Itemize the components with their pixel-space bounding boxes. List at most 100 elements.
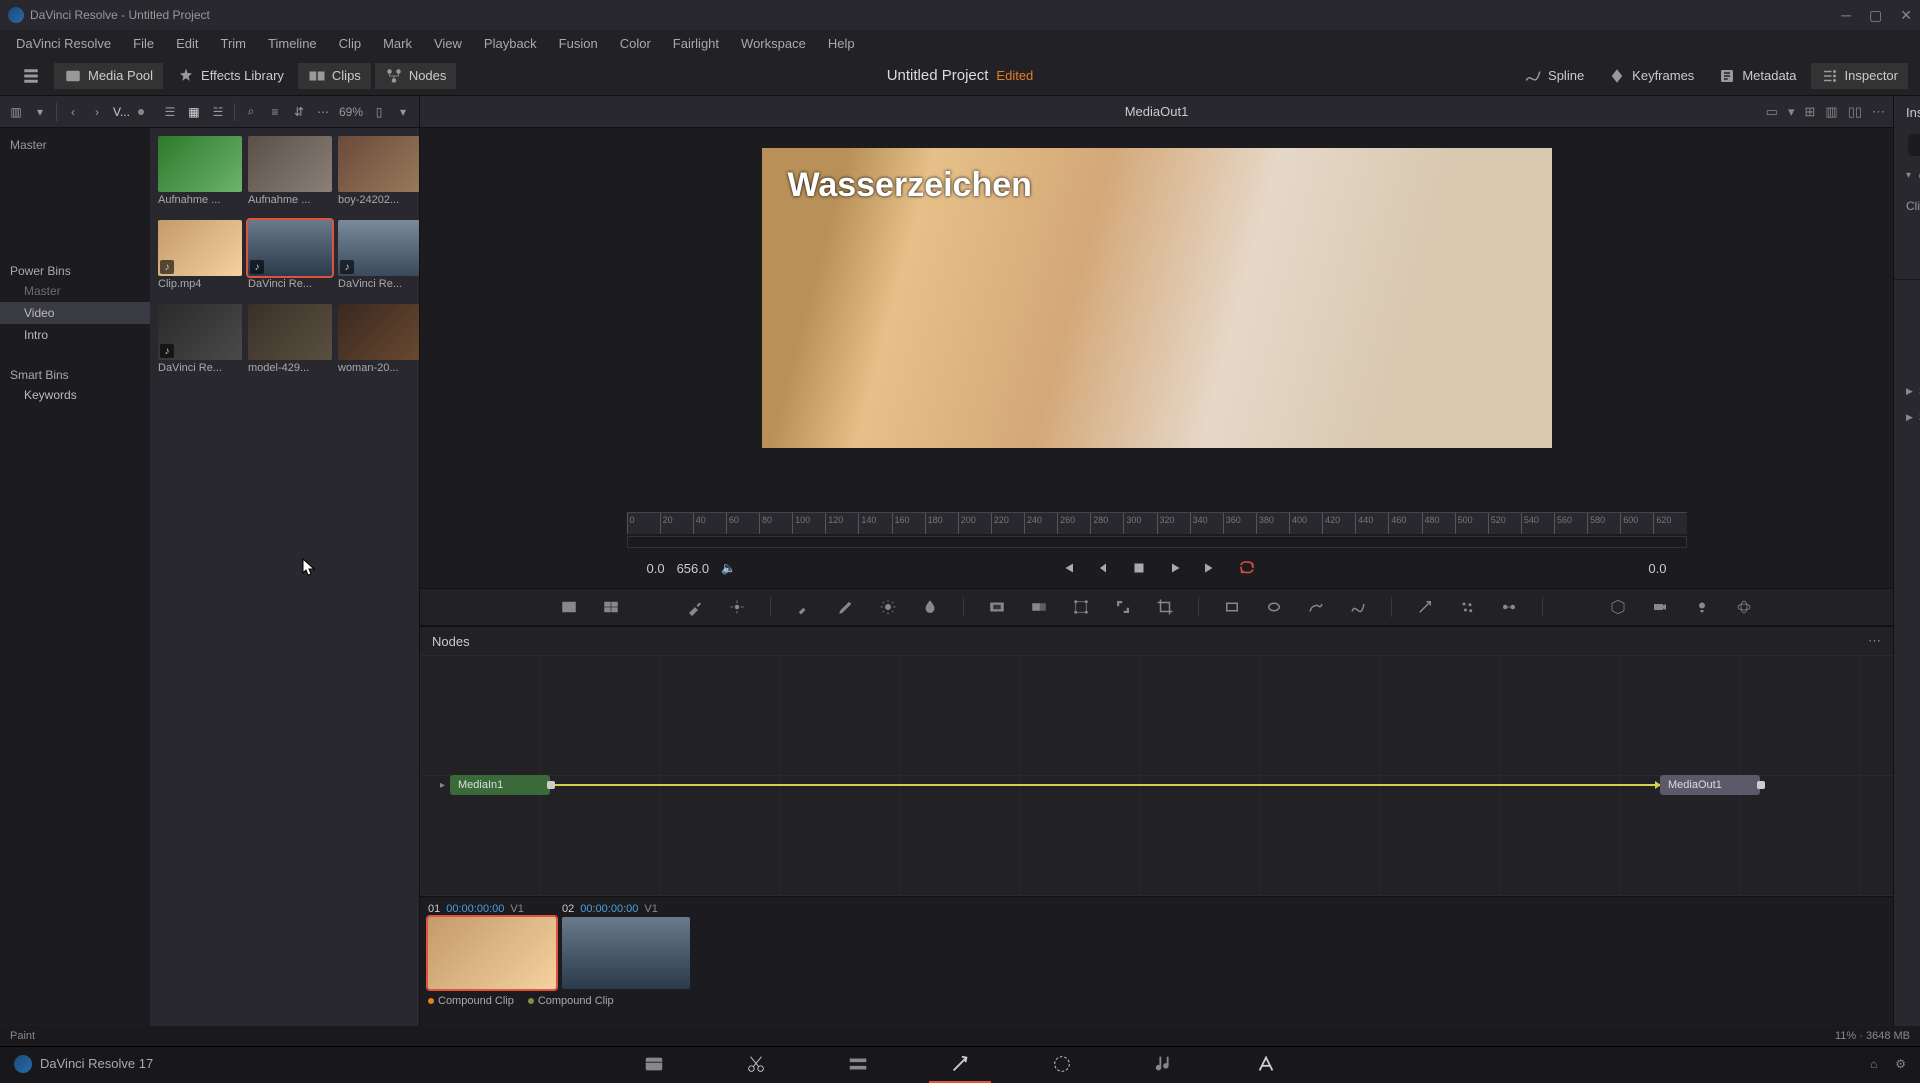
page-media-icon[interactable] xyxy=(643,1053,665,1075)
page-color-icon[interactable] xyxy=(1051,1053,1073,1075)
tool-3d-text-icon[interactable] xyxy=(1567,598,1585,616)
tool-light-icon[interactable] xyxy=(1693,598,1711,616)
tool-text-icon[interactable] xyxy=(644,598,662,616)
page-deliver-icon[interactable] xyxy=(1255,1053,1277,1075)
menu-file[interactable]: File xyxy=(123,33,164,54)
nodes-options-icon[interactable]: ⋯ xyxy=(1868,633,1881,649)
menu-timeline[interactable]: Timeline xyxy=(258,33,327,54)
media-thumb[interactable]: ♪DaVinci Re... xyxy=(158,304,242,382)
tool-background-icon[interactable] xyxy=(560,598,578,616)
more-icon[interactable]: ⋯ xyxy=(315,104,331,120)
clip-thumb[interactable] xyxy=(562,917,690,989)
node-connection[interactable] xyxy=(555,784,1660,786)
tool-ellipse-icon[interactable] xyxy=(1265,598,1283,616)
tool-shape3d-icon[interactable] xyxy=(1609,598,1627,616)
close-button[interactable]: ✕ xyxy=(1900,7,1912,24)
filter-icon[interactable]: ≡ xyxy=(267,104,283,120)
media-thumb[interactable]: model-429... xyxy=(248,304,332,382)
viewer-ruler[interactable]: 0204060801001201401601802002202402602803… xyxy=(627,512,1687,534)
pool-split-icon[interactable]: ▯ xyxy=(371,104,387,120)
tool-matte-icon[interactable] xyxy=(988,598,1006,616)
bin-master[interactable]: Master xyxy=(0,134,150,156)
media-thumb[interactable]: ♪DaVinci Re... xyxy=(248,220,332,298)
inspector-tab-tools[interactable]: Tools xyxy=(1908,134,1920,156)
tool-resize-icon[interactable] xyxy=(1114,598,1132,616)
toggle-effects-library[interactable]: Effects Library xyxy=(167,63,294,89)
tool-particles-icon[interactable] xyxy=(1458,598,1476,616)
clip-thumb[interactable] xyxy=(428,917,556,989)
pool-layout-icon[interactable]: ▥ xyxy=(8,104,24,120)
tool-camera3d-icon[interactable] xyxy=(1651,598,1669,616)
go-first-button[interactable] xyxy=(1058,559,1076,577)
pool-zoom-label[interactable]: 69% xyxy=(339,105,363,119)
pool-options-icon[interactable]: ▾ xyxy=(395,104,411,120)
page-fairlight-icon[interactable] xyxy=(1153,1053,1175,1075)
toggle-nodes[interactable]: Nodes xyxy=(375,63,457,89)
tool-merge-icon[interactable] xyxy=(1030,598,1048,616)
node-graph-canvas[interactable]: MediaIn1 MediaOut1 xyxy=(420,655,1893,896)
sort-icon[interactable]: ⇵ xyxy=(291,104,307,120)
pool-fwd-icon[interactable]: › xyxy=(89,104,105,120)
viewer-fit-dropdown-icon[interactable]: ▾ xyxy=(1788,104,1795,120)
media-thumb[interactable]: Aufnahme ... xyxy=(248,136,332,214)
toggle-inspector[interactable]: Inspector xyxy=(1811,63,1908,89)
clip-card[interactable]: 0100:00:00:00V1 xyxy=(428,903,556,989)
pool-view-grid-icon[interactable]: ▦ xyxy=(186,104,202,120)
tool-transform-icon[interactable] xyxy=(1072,598,1090,616)
pool-view-list-icon[interactable]: ☰ xyxy=(162,104,178,120)
tool-paint-icon[interactable] xyxy=(686,598,704,616)
page-fusion-icon[interactable] xyxy=(949,1053,971,1075)
menu-fairlight[interactable]: Fairlight xyxy=(663,33,729,54)
media-thumb[interactable]: Aufnahme ... xyxy=(158,136,242,214)
viewer-scrubber[interactable] xyxy=(627,536,1687,548)
viewer-dual-icon[interactable]: ▯▯ xyxy=(1848,104,1862,120)
bin-smart-keywords[interactable]: Keywords xyxy=(0,384,150,406)
stop-button[interactable] xyxy=(1130,559,1148,577)
toggle-metadata[interactable]: Metadata xyxy=(1708,63,1806,89)
loop-button[interactable] xyxy=(1238,559,1256,577)
menu-help[interactable]: Help xyxy=(818,33,865,54)
menu-color[interactable]: Color xyxy=(610,33,661,54)
bin-power-video[interactable]: Video xyxy=(0,302,150,324)
toggle-spline[interactable]: Spline xyxy=(1514,63,1594,89)
page-cut-icon[interactable] xyxy=(745,1053,767,1075)
media-thumb[interactable]: ♪DaVinci Re... xyxy=(338,220,419,298)
menu-workspace[interactable]: Workspace xyxy=(731,33,816,54)
pool-back-icon[interactable]: ‹ xyxy=(65,104,81,120)
bin-power-master[interactable]: Master xyxy=(0,280,150,302)
tool-prender-icon[interactable] xyxy=(1500,598,1518,616)
media-thumb[interactable]: ♪Clip.mp4 xyxy=(158,220,242,298)
menu-mark[interactable]: Mark xyxy=(373,33,422,54)
viewer-canvas[interactable]: Wasserzeichen 02040608010012014016018020… xyxy=(420,128,1893,588)
tool-wand-icon[interactable] xyxy=(1416,598,1434,616)
media-thumb[interactable]: woman-20... xyxy=(338,304,419,382)
search-icon[interactable]: ⌕ xyxy=(243,104,259,120)
source-color-space-header[interactable]: ▶Source Color Space xyxy=(1894,378,1920,404)
menu-app[interactable]: DaVinci Resolve xyxy=(6,33,121,54)
tool-rectangle-icon[interactable] xyxy=(1223,598,1241,616)
tool-crop-icon[interactable] xyxy=(1156,598,1174,616)
media-thumb[interactable]: boy-24202... xyxy=(338,136,419,214)
pool-sort-label[interactable]: V... xyxy=(113,105,130,119)
viewer-fit-icon[interactable]: ▭ xyxy=(1766,104,1778,120)
viewer-more-icon[interactable]: ⋯ xyxy=(1872,104,1885,120)
go-last-button[interactable] xyxy=(1202,559,1220,577)
page-edit-icon[interactable] xyxy=(847,1053,869,1075)
expand-button[interactable] xyxy=(12,63,50,89)
play-button[interactable] xyxy=(1166,559,1184,577)
minimize-button[interactable]: ─ xyxy=(1841,7,1851,24)
tool-polygon-icon[interactable] xyxy=(1307,598,1325,616)
menu-fusion[interactable]: Fusion xyxy=(549,33,608,54)
tool-fastnoise-icon[interactable] xyxy=(602,598,620,616)
tool-render3d-icon[interactable] xyxy=(1735,598,1753,616)
viewer-split-icon[interactable]: ▥ xyxy=(1825,104,1837,120)
mute-icon[interactable]: 🔈 xyxy=(721,561,736,575)
pool-view-strip-icon[interactable]: ☱ xyxy=(210,104,226,120)
step-back-button[interactable] xyxy=(1094,559,1112,577)
menu-edit[interactable]: Edit xyxy=(166,33,208,54)
menu-clip[interactable]: Clip xyxy=(329,33,371,54)
toggle-media-pool[interactable]: Media Pool xyxy=(54,63,163,89)
clip-card[interactable]: 0200:00:00:00V1 xyxy=(562,903,690,989)
tool-brush-icon[interactable] xyxy=(795,598,813,616)
tool-brightness-icon[interactable] xyxy=(879,598,897,616)
